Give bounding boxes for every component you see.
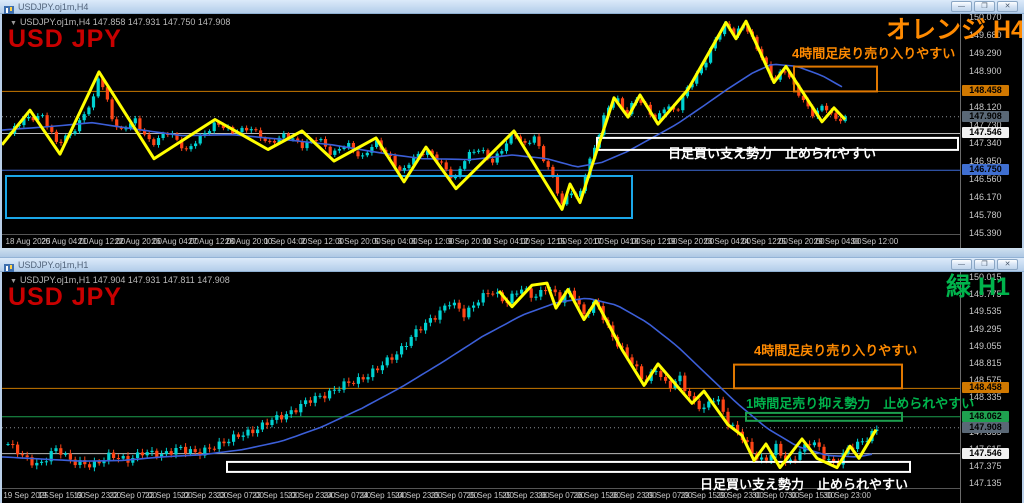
time-axis[interactable]: 18 Aug 2025 20 Aug 04:00 21 Aug 12:00 22 Au… — [2, 234, 961, 248]
price-axis[interactable]: 150.015 149.775 149.535 149.295 149.055 148.8… — [960, 272, 1022, 503]
minimize-button[interactable]: — — [951, 259, 972, 270]
zigzag-line — [2, 19, 847, 211]
price-tick-label: 149.290 — [969, 47, 1002, 58]
mt4-workspace: USDJPY.oj1m,H4 — ❐ ✕ 18 Aug 2025 20 Aug 0… — [0, 0, 1024, 503]
price-tick-label: 149.295 — [969, 323, 1002, 334]
close-button[interactable]: ✕ — [997, 1, 1018, 12]
price-tick-label: 148.900 — [969, 65, 1002, 76]
annotation-rectangle — [226, 460, 911, 473]
chart-window-h1: USDJPY.oj1m,H1 — ❐ ✕ 19 Sep 2025 19 Sep 1… — [0, 258, 1024, 503]
restore-button[interactable]: ❐ — [974, 1, 995, 12]
window-titlebar[interactable]: USDJPY.oj1m,H1 — ❐ ✕ — [0, 258, 1024, 273]
annotation-rectangle — [733, 363, 903, 390]
price-badge: 147.908 — [962, 110, 1009, 122]
price-badge: 148.458 — [962, 382, 1009, 394]
window-divider — [0, 248, 1024, 258]
price-tick-label: 150.070 — [969, 14, 1002, 22]
chart-area-h1[interactable]: 19 Sep 2025 19 Sep 15:00 19 Sep 23:00 22 Se… — [2, 272, 1022, 503]
chart-area-h4[interactable]: 18 Aug 2025 20 Aug 04:00 21 Aug 12:00 22 Au… — [2, 14, 1022, 248]
close-button[interactable]: ✕ — [997, 259, 1018, 270]
window-titlebar[interactable]: USDJPY.oj1m,H4 — ❐ ✕ — [0, 0, 1024, 15]
price-tick-label: 149.055 — [969, 340, 1002, 351]
window-title: USDJPY.oj1m,H4 — [18, 1, 89, 12]
h4-chart-canvas[interactable] — [2, 14, 961, 234]
chart-window-icon — [4, 2, 14, 15]
price-tick-label: 149.775 — [969, 289, 1002, 300]
minimize-button[interactable]: — — [951, 1, 972, 12]
price-axis[interactable]: 150.070 149.680 149.290 148.900 148.120 147.7… — [960, 14, 1022, 248]
price-badge: 147.546 — [962, 127, 1009, 139]
price-tick-label: 148.815 — [969, 357, 1002, 368]
candles-group — [8, 21, 847, 207]
price-tick-label: 146.560 — [969, 173, 1002, 184]
time-tick-label: 30 Sep 23:00 — [823, 491, 871, 500]
window-title: USDJPY.oj1m,H1 — [18, 259, 89, 270]
time-tick-label: 30 Sep 12:00 — [850, 237, 899, 246]
price-tick-label: 146.170 — [969, 191, 1002, 202]
annotation-rectangle — [596, 136, 959, 151]
price-tick-label: 147.135 — [969, 478, 1002, 488]
chart-window-h4: USDJPY.oj1m,H4 — ❐ ✕ 18 Aug 2025 20 Aug 0… — [0, 0, 1024, 248]
price-badge: 148.062 — [962, 410, 1009, 422]
price-tick-label: 150.015 — [969, 272, 1002, 282]
price-badge: 148.458 — [962, 85, 1009, 97]
time-axis[interactable]: 19 Sep 2025 19 Sep 15:00 19 Sep 23:00 22 Se… — [2, 488, 961, 503]
candles-group — [6, 284, 879, 472]
price-badge: 147.546 — [962, 447, 1009, 459]
restore-button[interactable]: ❐ — [974, 259, 995, 270]
price-tick-label: 147.340 — [969, 137, 1002, 148]
price-tick-label: 145.390 — [969, 227, 1002, 238]
annotation-rectangle — [5, 175, 633, 219]
h1-chart-canvas[interactable] — [2, 272, 961, 488]
price-tick-label: 148.335 — [969, 392, 1002, 403]
price-tick-label: 149.680 — [969, 29, 1002, 40]
price-tick-label: 147.375 — [969, 460, 1002, 471]
price-badge: 147.908 — [962, 421, 1009, 433]
price-tick-label: 149.535 — [969, 306, 1002, 317]
price-tick-label: 145.780 — [969, 209, 1002, 220]
chart-window-icon — [4, 260, 14, 273]
price-badge: 146.750 — [962, 164, 1009, 176]
